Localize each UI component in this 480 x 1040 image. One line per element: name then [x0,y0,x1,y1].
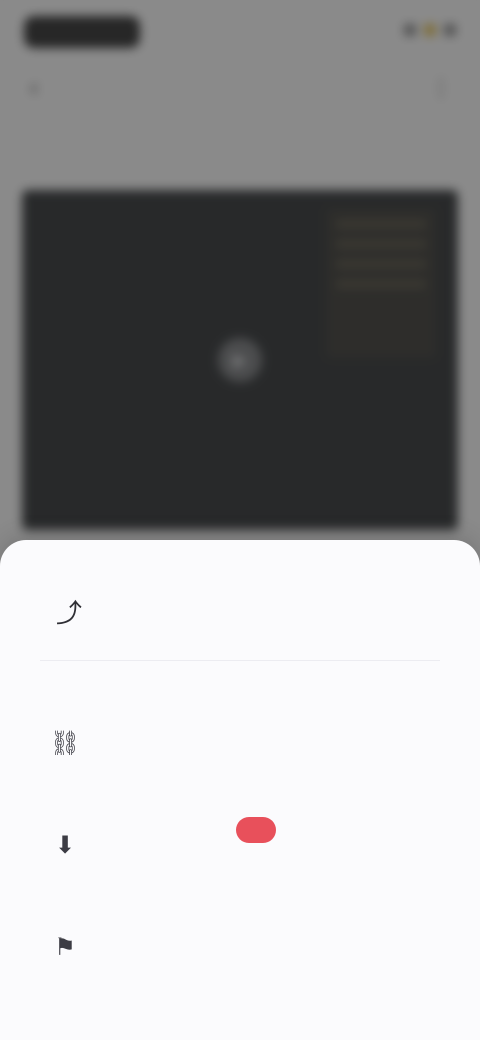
new-badge [236,817,276,843]
bottom-sheet: ⤴ ⛓ ⬇ ⚑ [0,540,480,1040]
share-icon: ⤴ [55,597,82,628]
link-icon: ⛓ [49,729,81,757]
divider [40,660,440,661]
download-icon: ⬇ [54,831,76,859]
screen: ‹ ⋮ ▶ ⤴ ⛓ [0,0,480,1040]
sheet-header: ⤴ [0,576,480,640]
option-download[interactable]: ⬇ [0,802,480,892]
report-icon: ⚑ [54,933,76,961]
option-copy-link[interactable]: ⛓ [0,700,480,790]
option-report[interactable]: ⚑ [0,904,480,994]
